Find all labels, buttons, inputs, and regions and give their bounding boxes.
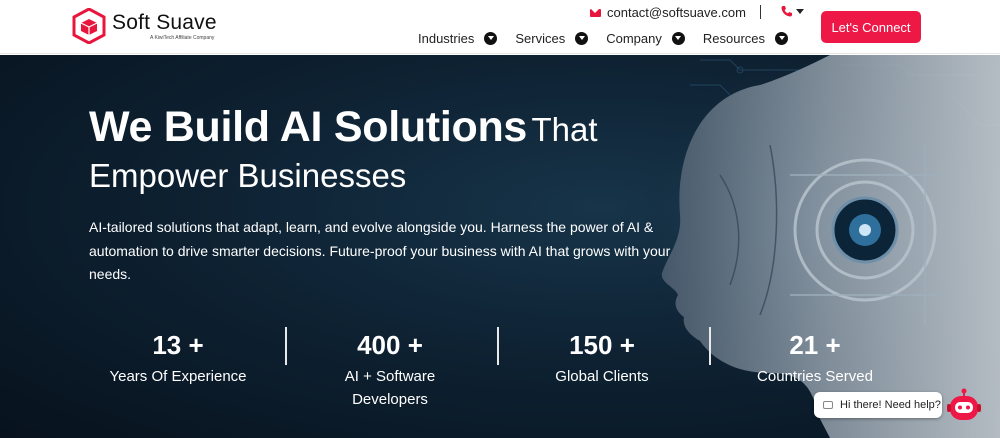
phone-icon — [781, 6, 792, 17]
stat-item: 13 + Years Of Experience — [72, 325, 284, 388]
stat-value: 13 + — [152, 330, 204, 360]
hero-description: AI-tailored solutions that adapt, learn,… — [89, 219, 671, 282]
stat-label: Global Clients — [555, 368, 649, 385]
stat-value: 21 + — [789, 330, 841, 360]
hero-section: We Build AI Solutions That Empower Busin… — [0, 55, 1000, 438]
stat-item: 21 + Countries Served — [709, 325, 921, 388]
site-header: Soft Suave A KiwiTech Affiliate Company … — [0, 0, 1000, 54]
nav-item-company[interactable]: Company — [606, 31, 685, 46]
nav-item-services[interactable]: Services — [515, 31, 589, 46]
chevron-down-icon — [775, 32, 789, 45]
stat-label: AI + Software Developers — [344, 368, 436, 408]
brand-tagline: A KiwiTech Affiliate Company — [150, 34, 215, 41]
chat-bubble-icon — [823, 401, 833, 409]
chat-greeting-text: Hi there! Need help? — [840, 399, 941, 411]
phone-dropdown[interactable] — [781, 5, 804, 17]
stats-row: 13 + Years Of Experience 400 + AI + Soft… — [72, 325, 932, 415]
chevron-down-icon — [796, 8, 804, 14]
nav-label: Resources — [702, 31, 766, 46]
stat-label: Years Of Experience — [109, 368, 247, 385]
brand-logo[interactable]: Soft Suave A KiwiTech Affiliate Company — [72, 8, 217, 44]
hero-title-light: That — [531, 111, 598, 148]
contact-email-link[interactable]: contact@softsuave.com — [590, 5, 746, 20]
stat-value: 150 + — [569, 330, 635, 360]
chevron-down-icon — [575, 32, 589, 45]
nav-item-industries[interactable]: Industries — [418, 31, 498, 46]
hero-title: We Build AI Solutions That — [89, 103, 598, 152]
mail-icon — [590, 8, 601, 17]
main-nav: Industries Services Company Resources — [418, 31, 789, 46]
contact-email: contact@softsuave.com — [607, 5, 746, 20]
chat-greeting-bubble[interactable]: Hi there! Need help? — [814, 392, 942, 418]
hero-title-strong: We Build AI Solutions — [89, 103, 528, 151]
nav-item-resources[interactable]: Resources — [702, 31, 789, 46]
brand-name: Soft Suave — [112, 10, 217, 34]
stat-item: 150 + Global Clients — [496, 325, 708, 388]
stat-label: Countries Served — [757, 368, 873, 385]
nav-label: Services — [515, 31, 566, 46]
nav-label: Company — [606, 31, 662, 46]
stat-value: 400 + — [357, 330, 423, 360]
nav-label: Industries — [418, 31, 475, 46]
chevron-down-icon — [671, 32, 685, 45]
chatbot-icon[interactable] — [946, 388, 982, 424]
chevron-down-icon — [484, 32, 498, 45]
lets-connect-button[interactable]: Let's Connect — [821, 11, 921, 43]
stat-item: 400 + AI + Software Developers — [284, 325, 496, 411]
hero-title-line2: Empower Businesses — [89, 157, 407, 194]
logo-cube-icon — [72, 8, 106, 44]
header-divider — [760, 5, 761, 19]
